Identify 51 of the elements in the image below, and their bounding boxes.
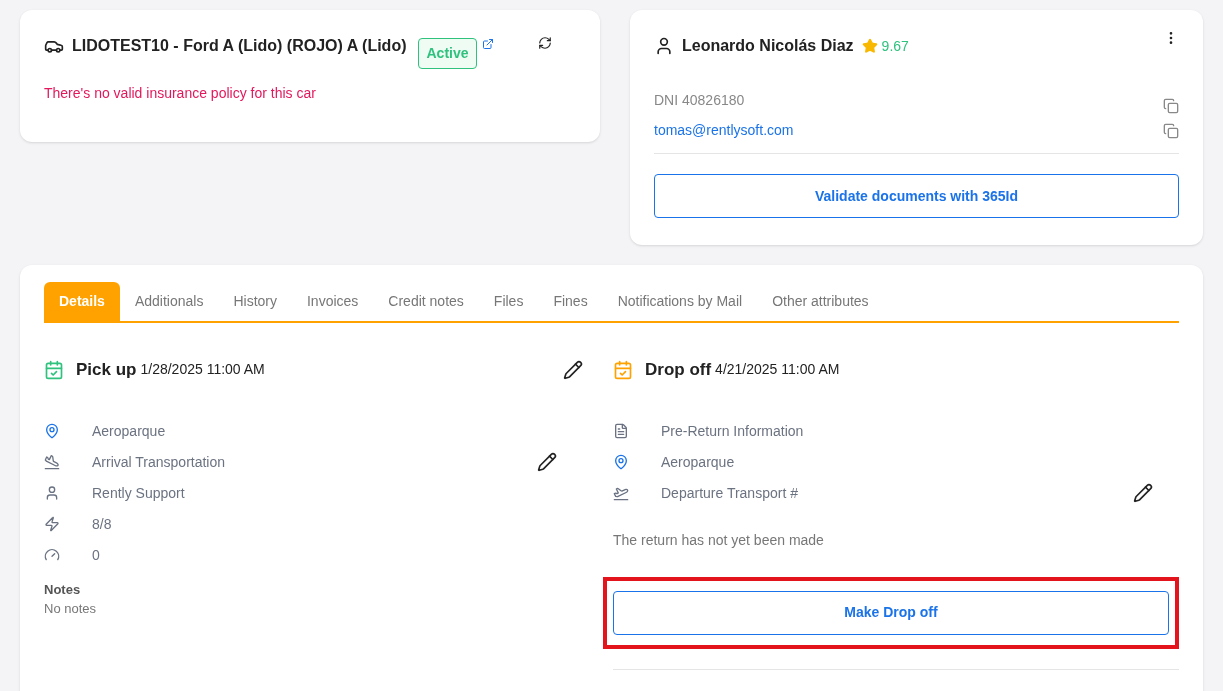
detail-text: 0 [92,545,100,565]
copy-button[interactable] [1163,98,1179,114]
tab[interactable]: Notifications by Mail [602,282,758,321]
tab[interactable]: Credit notes [373,282,479,321]
dropoff-date: 4/21/2025 11:00 AM [715,360,840,380]
tab[interactable]: History [218,282,292,321]
document-icon [613,423,629,439]
dropoff-title: Drop off [645,359,712,381]
notes-text: No notes [44,600,98,618]
person-icon [44,485,60,501]
tab[interactable]: Fines [538,282,603,321]
status-badge: Active [418,38,477,69]
external-link-icon[interactable] [481,38,494,50]
customer-name: Leonardo Nicolás Diaz [682,36,854,56]
vehicle-title: LIDOTEST10 - Ford A (Lido) (ROJO) A (Lido) [72,36,407,56]
lightning-icon [44,516,60,532]
make-drop-off-button[interactable]: Make Drop off [613,590,1169,635]
email-link[interactable]: tomas@rentlysoft.com [654,120,794,141]
person-icon [654,36,674,56]
plane-takeoff-icon [613,485,629,501]
detail-text: Rently Support [92,483,185,503]
return-status-text: The return has not yet been made [613,530,825,550]
edit-button[interactable] [563,359,583,380]
detail-text: Pre-Return Information [661,421,804,441]
detail-text: Aeroparque [92,421,166,441]
location-pin-icon [613,454,629,470]
validate-documents-button[interactable]: Validate documents with 365Id [654,174,1179,218]
document-number: DNI 40826180 [654,90,745,110]
tab[interactable]: Additionals [119,282,219,321]
tab[interactable]: Files [478,282,539,321]
pickup-date: 1/28/2025 11:00 AM [140,360,265,380]
edit-button[interactable] [537,452,557,472]
pickup-title: Pick up [76,359,137,381]
rating-value: 9.67 [881,36,909,56]
tab[interactable]: Invoices [292,282,374,321]
insurance-warning: There's no valid insurance policy for this car [44,84,317,103]
location-pin-icon [44,423,60,439]
edit-button[interactable] [1133,483,1153,503]
tab[interactable]: Other attributes [757,282,884,321]
calendar-icon [613,359,633,380]
detail-text: Arrival Transportation [92,452,226,472]
detail-text: Departure Transport # [661,483,798,503]
copy-button[interactable] [1163,122,1179,139]
refresh-icon[interactable] [538,36,552,50]
detail-text: 8/8 [92,514,112,534]
detail-text: Aeroparque [661,452,735,472]
notes-label: Notes [44,580,82,599]
gauge-icon [44,547,60,563]
calendar-icon [44,359,64,380]
star-icon [861,38,878,54]
plane-landing-icon [44,454,60,470]
